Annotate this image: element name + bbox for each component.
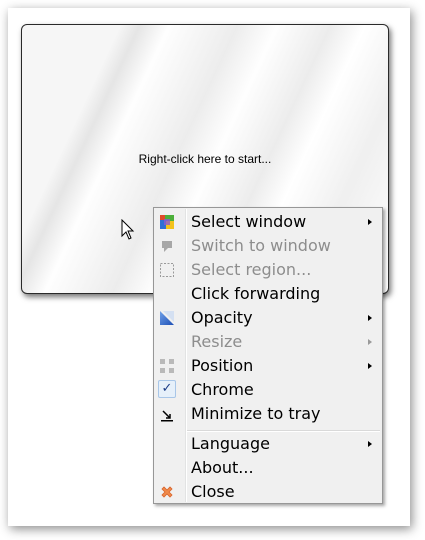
mouse-cursor-icon (121, 219, 135, 240)
opacity-icon (160, 311, 174, 325)
menu-item-label: Select region... (191, 260, 312, 279)
menu-item-minimize-to-tray[interactable]: Minimize to tray (156, 402, 380, 426)
menu-item-click-forwarding[interactable]: Click forwarding (156, 282, 380, 306)
submenu-arrow-icon (368, 339, 372, 345)
menu-item-label: Resize (191, 332, 243, 351)
select-region-icon (160, 263, 174, 277)
submenu-arrow-icon (368, 363, 372, 369)
menu-item-label: Language (191, 434, 270, 453)
checkmark-icon: ✓ (158, 380, 176, 398)
menu-item-close[interactable]: Close (156, 480, 380, 504)
minimize-to-tray-icon (161, 410, 173, 422)
menu-item-label: Position (191, 356, 254, 375)
menu-item-language[interactable]: Language (156, 432, 380, 456)
menu-item-label: Chrome (191, 380, 254, 399)
menu-item-label: About... (191, 458, 254, 477)
menu-item-about[interactable]: About... (156, 456, 380, 480)
menu-item-label: Select window (191, 212, 307, 231)
preview-hint-text: Right-click here to start... (138, 152, 272, 166)
menu-item-switch-to-window[interactable]: Switch to window (156, 234, 380, 258)
menu-item-label: Switch to window (191, 236, 331, 255)
select-window-icon (160, 215, 174, 229)
submenu-arrow-icon (368, 441, 372, 447)
context-menu: Select window Switch to window Select re… (153, 207, 383, 504)
submenu-arrow-icon (368, 315, 372, 321)
menu-item-select-region[interactable]: Select region... (156, 258, 380, 282)
menu-item-label: Minimize to tray (191, 404, 321, 423)
menu-item-label: Click forwarding (191, 284, 321, 303)
menu-item-position[interactable]: Position (156, 354, 380, 378)
position-icon (160, 359, 174, 373)
submenu-arrow-icon (368, 219, 372, 225)
close-icon (161, 486, 173, 498)
switch-window-icon (162, 241, 172, 252)
menu-item-label: Close (191, 482, 235, 501)
menu-item-select-window[interactable]: Select window (156, 210, 380, 234)
menu-item-label: Opacity (191, 308, 253, 327)
menu-item-chrome[interactable]: ✓ Chrome (156, 378, 380, 402)
menu-item-resize[interactable]: Resize (156, 330, 380, 354)
menu-item-opacity[interactable]: Opacity (156, 306, 380, 330)
